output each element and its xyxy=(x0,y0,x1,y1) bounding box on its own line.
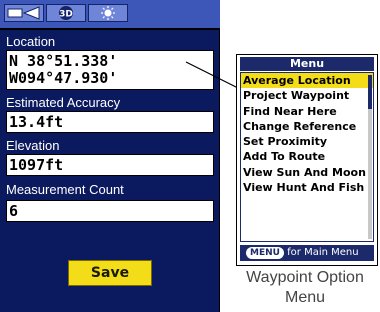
menu-key-badge: MENU xyxy=(246,247,284,259)
menu-item-average-location[interactable]: Average Location xyxy=(241,73,373,89)
menu-item-change-reference[interactable]: Change Reference xyxy=(241,119,373,134)
menu-footer: MENU for Main Menu xyxy=(240,245,374,261)
waypoint-option-menu: Menu Average Location Project Waypoint F… xyxy=(236,54,378,266)
menu-footer-text: for Main Menu xyxy=(287,247,359,258)
menu-title: Menu xyxy=(240,57,374,71)
menu-item-add-to-route[interactable]: Add To Route xyxy=(241,149,373,164)
menu-item-find-near-here[interactable]: Find Near Here xyxy=(241,104,373,119)
menu-item-project-waypoint[interactable]: Project Waypoint xyxy=(241,88,373,103)
menu-list: Average Location Project Waypoint Find N… xyxy=(240,72,374,242)
menu-item-set-proximity[interactable]: Set Proximity xyxy=(241,134,373,149)
menu-item-view-sun-and-moon[interactable]: View Sun And Moon xyxy=(241,165,373,180)
menu-scroll-thumb[interactable] xyxy=(368,75,372,109)
figure-caption: Waypoint Option Menu xyxy=(246,269,364,306)
menu-item-view-hunt-and-fish[interactable]: View Hunt And Fish xyxy=(241,180,373,195)
menu-scrollbar[interactable] xyxy=(368,75,372,239)
